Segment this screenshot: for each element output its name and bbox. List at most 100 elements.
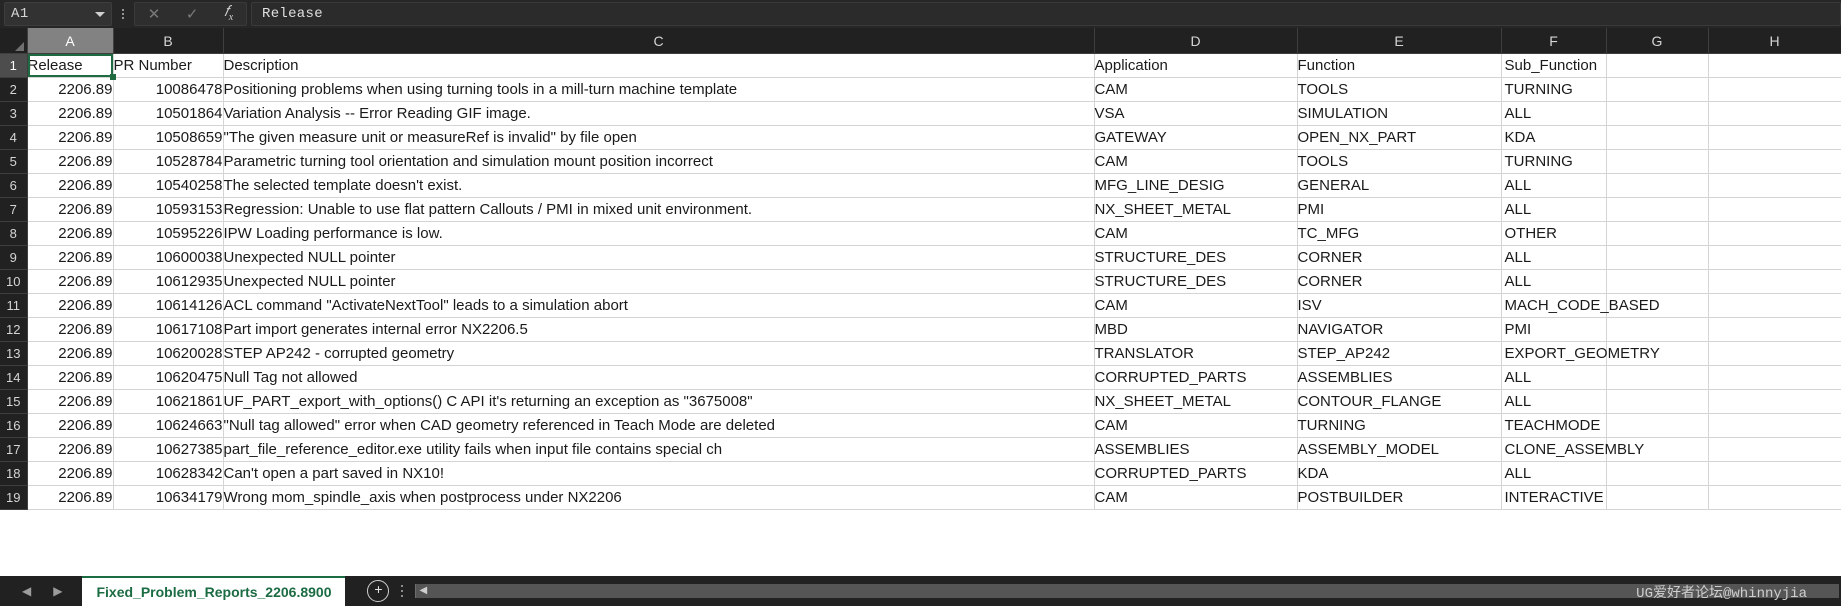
cell-a17[interactable]: 2206.89 (27, 437, 114, 462)
cell-a2[interactable]: 2206.89 (27, 77, 114, 102)
cell-h15[interactable] (1708, 389, 1841, 414)
column-header-c[interactable]: C (223, 28, 1095, 54)
sheet-grid[interactable]: A B C D E F G H 1 Release PR Number Desc… (0, 28, 1841, 576)
cell-d11[interactable]: CAM (1094, 293, 1298, 318)
cell-g2[interactable] (1606, 77, 1709, 102)
cell-e17[interactable]: ASSEMBLY_MODEL (1297, 437, 1502, 462)
cell-d18[interactable]: CORRUPTED_PARTS (1094, 461, 1298, 486)
cell-b18[interactable]: 10628342 (113, 461, 224, 486)
row-header-11[interactable]: 11 (0, 293, 28, 318)
cell-e8[interactable]: TC_MFG (1297, 221, 1502, 246)
cell-a11[interactable]: 2206.89 (27, 293, 114, 318)
cell-c16[interactable]: "Null tag allowed" error when CAD geomet… (223, 413, 1095, 438)
cell-d3[interactable]: VSA (1094, 101, 1298, 126)
table-row[interactable]: 6 2206.89 10540258 The selected template do… (0, 173, 1841, 198)
cell-f9[interactable]: ALL (1501, 245, 1607, 270)
cell-f8[interactable]: OTHER (1501, 221, 1607, 246)
cell-g3[interactable] (1606, 101, 1709, 126)
fill-handle[interactable] (109, 74, 116, 80)
row-header-5[interactable]: 5 (0, 149, 28, 174)
cell-f19[interactable]: INTERACTIVE (1501, 485, 1607, 510)
cell-b7[interactable]: 10593153 (113, 197, 224, 222)
cell-f16[interactable]: TEACHMODE (1501, 413, 1607, 438)
cell-a3[interactable]: 2206.89 (27, 101, 114, 126)
table-row[interactable]: 9 2206.89 10600038 Unexpected NULL pointer S… (0, 245, 1841, 270)
cell-b3[interactable]: 10501864 (113, 101, 224, 126)
cell-g10[interactable] (1606, 269, 1709, 294)
cell-f2[interactable]: TURNING (1501, 77, 1607, 102)
cell-f17[interactable]: CLONE_ASSEMBLY (1501, 437, 1644, 462)
cell-d7[interactable]: NX_SHEET_METAL (1094, 197, 1298, 222)
cell-h9[interactable] (1708, 245, 1841, 270)
cell-e1[interactable]: Function (1297, 53, 1502, 78)
cell-h12[interactable] (1708, 317, 1841, 342)
cell-c1[interactable]: Description (223, 53, 1095, 78)
cell-a18[interactable]: 2206.89 (27, 461, 114, 486)
cell-a14[interactable]: 2206.89 (27, 365, 114, 390)
cell-a15[interactable]: 2206.89 (27, 389, 114, 414)
cell-d12[interactable]: MBD (1094, 317, 1298, 342)
cell-h2[interactable] (1708, 77, 1841, 102)
cell-a12[interactable]: 2206.89 (27, 317, 114, 342)
row-header-10[interactable]: 10 (0, 269, 28, 294)
cell-f1[interactable]: Sub_Function (1501, 53, 1607, 78)
cell-e18[interactable]: KDA (1297, 461, 1502, 486)
table-row[interactable]: 10 2206.89 10612935 Unexpected NULL pointer… (0, 269, 1841, 294)
horizontal-scrollbar[interactable]: ◀ (415, 584, 1839, 598)
cell-d17[interactable]: ASSEMBLIES (1094, 437, 1298, 462)
cell-c14[interactable]: Null Tag not allowed (223, 365, 1095, 390)
cell-a8[interactable]: 2206.89 (27, 221, 114, 246)
table-row[interactable]: 8 2206.89 10595226 IPW Loading performance … (0, 221, 1841, 246)
cell-b6[interactable]: 10540258 (113, 173, 224, 198)
table-row[interactable]: 11 2206.89 10614126 ACL command "ActivateNe… (0, 293, 1841, 318)
cell-a13[interactable]: 2206.89 (27, 341, 114, 366)
cell-h18[interactable] (1708, 461, 1841, 486)
cell-h4[interactable] (1708, 125, 1841, 150)
cell-c2[interactable]: Positioning problems when using turning … (223, 77, 1095, 102)
cell-a10[interactable]: 2206.89 (27, 269, 114, 294)
cell-d16[interactable]: CAM (1094, 413, 1298, 438)
table-row[interactable]: 17 2206.89 10627385 part_file_reference_edi… (0, 437, 1841, 462)
select-all-corner[interactable] (0, 28, 28, 54)
cell-b2[interactable]: 10086478 (113, 77, 224, 102)
table-row[interactable]: 1 Release PR Number Description Applicat… (0, 53, 1841, 80)
cell-e11[interactable]: ISV (1297, 293, 1502, 318)
row-header-14[interactable]: 14 (0, 365, 28, 390)
table-row[interactable]: 12 2206.89 10617108 Part import generates i… (0, 317, 1841, 342)
fx-icon[interactable]: 𝑓x (224, 5, 233, 23)
cell-c7[interactable]: Regression: Unable to use flat pattern C… (223, 197, 1095, 222)
row-header-4[interactable]: 4 (0, 125, 28, 150)
cell-b10[interactable]: 10612935 (113, 269, 224, 294)
cell-a16[interactable]: 2206.89 (27, 413, 114, 438)
cell-a6[interactable]: 2206.89 (27, 173, 114, 198)
cell-d9[interactable]: STRUCTURE_DES (1094, 245, 1298, 270)
cell-c18[interactable]: Can't open a part saved in NX10! (223, 461, 1095, 486)
cell-d8[interactable]: CAM (1094, 221, 1298, 246)
table-row[interactable]: 7 2206.89 10593153 Regression: Unable to us… (0, 197, 1841, 222)
plus-circle-icon[interactable]: + (367, 580, 390, 602)
cell-g15[interactable] (1606, 389, 1709, 414)
row-header-7[interactable]: 7 (0, 197, 28, 222)
cell-h13[interactable] (1708, 341, 1841, 366)
cell-d10[interactable]: STRUCTURE_DES (1094, 269, 1298, 294)
cell-d5[interactable]: CAM (1094, 149, 1298, 174)
cell-c3[interactable]: Variation Analysis -- Error Reading GIF … (223, 101, 1095, 126)
cell-e10[interactable]: CORNER (1297, 269, 1502, 294)
triangle-right-icon[interactable]: ▶ (53, 585, 62, 597)
cell-e2[interactable]: TOOLS (1297, 77, 1502, 102)
cell-e16[interactable]: TURNING (1297, 413, 1502, 438)
column-header-e[interactable]: E (1297, 28, 1502, 54)
cell-b11[interactable]: 10614126 (113, 293, 224, 318)
cell-e4[interactable]: OPEN_NX_PART (1297, 125, 1502, 150)
cell-e9[interactable]: CORNER (1297, 245, 1502, 270)
cell-b19[interactable]: 10634179 (113, 485, 224, 510)
cell-g19[interactable] (1606, 485, 1709, 510)
cell-g16[interactable] (1606, 413, 1709, 438)
cell-b1[interactable]: PR Number (113, 53, 224, 78)
table-row[interactable]: 16 2206.89 10624663 "Null tag allowed" erro… (0, 413, 1841, 438)
row-header-12[interactable]: 12 (0, 317, 28, 342)
cell-c4[interactable]: "The given measure unit or measureRef is… (223, 125, 1095, 150)
cell-h17[interactable] (1708, 437, 1841, 462)
cell-b15[interactable]: 10621861 (113, 389, 224, 414)
cell-g1[interactable] (1606, 53, 1709, 78)
